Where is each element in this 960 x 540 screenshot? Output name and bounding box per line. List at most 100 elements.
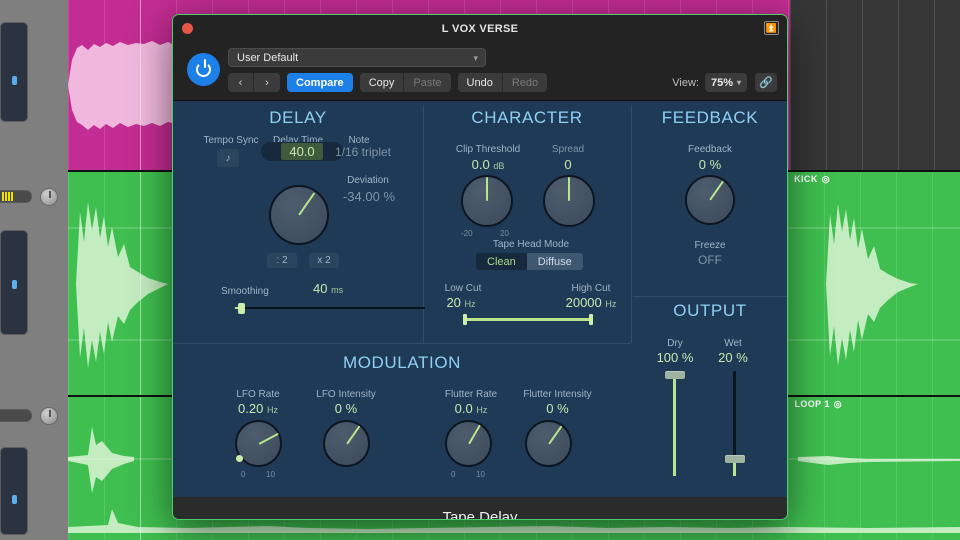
power-icon (196, 62, 211, 77)
preset-dropdown[interactable]: User Default ▾ (228, 48, 486, 67)
dry-fader[interactable] (663, 371, 687, 476)
range-fill (463, 318, 593, 321)
knob-pointer (709, 181, 724, 201)
freeze-value[interactable]: OFF (660, 253, 760, 267)
low-cut-value[interactable]: 20 Hz (426, 295, 496, 310)
view-controls: View: 75% ▾ 🔗 (672, 73, 777, 92)
tape-head-diffuse-button[interactable]: Diffuse (527, 253, 583, 270)
plugin-title: L VOX VERSE (442, 23, 518, 35)
spread-value[interactable]: 0 (518, 157, 618, 172)
copy-paste-group: Copy Paste (360, 73, 451, 92)
plugin-body: DELAY Tempo Sync ♪ Delay Time 40.0 Note … (173, 101, 787, 497)
clip-threshold-knob[interactable] (461, 175, 513, 227)
feedback-value[interactable]: 0 % (660, 157, 760, 172)
deviation-value[interactable]: -34.00 % (321, 189, 417, 204)
spread-label: Spread (518, 144, 618, 155)
divider (633, 296, 788, 297)
undo-button[interactable]: Undo (458, 73, 503, 92)
lfo-rate-value[interactable]: 0.20 Hz (213, 401, 303, 416)
stepper-icon: ▾ (737, 79, 741, 86)
tape-head-mode-selector: Clean Diffuse (476, 253, 583, 270)
plugin-footer: Tape Delay (173, 497, 787, 520)
tempo-sync-button[interactable]: ♪ (217, 149, 239, 167)
section-title-delay: DELAY (173, 108, 423, 128)
track-indicator (12, 495, 17, 504)
lfo-intensity-value[interactable]: 0 % (291, 401, 401, 416)
paste-button[interactable]: Paste (404, 73, 450, 92)
next-preset-button[interactable]: › (254, 73, 280, 92)
clip-scale-max: 20 (500, 229, 509, 238)
track-header[interactable] (0, 0, 68, 170)
timeline-gridlines (790, 0, 960, 170)
delay-time-knob[interactable] (269, 185, 329, 245)
high-cut-handle[interactable] (589, 314, 593, 325)
lfo-rate-scale-min: 0 (241, 470, 245, 479)
region-name-kick: KICK◎ (794, 174, 830, 185)
flutter-intensity-knob[interactable] (525, 420, 572, 467)
view-label: View: (672, 77, 699, 89)
slider-handle[interactable] (238, 303, 245, 314)
knob-cap (236, 455, 243, 462)
flutter-intensity-value[interactable]: 0 % (495, 401, 620, 416)
playhead (140, 397, 141, 540)
lfo-rate-scale-max: 10 (266, 470, 275, 479)
track-pan-knob[interactable] (40, 188, 58, 206)
high-cut-value[interactable]: 20000 Hz (546, 295, 636, 310)
flutter-rate-scale-min: 0 (451, 470, 455, 479)
empty-track-area (790, 0, 960, 170)
wet-label: Wet (703, 338, 763, 349)
smoothing-slider[interactable] (235, 303, 425, 314)
smoothing-value[interactable]: 40 ms (313, 281, 383, 296)
power-button[interactable] (187, 53, 220, 86)
track-header-body (0, 22, 28, 122)
double-delay-button[interactable]: x 2 (309, 253, 339, 268)
close-button[interactable] (182, 23, 193, 34)
lfo-rate-knob[interactable] (235, 420, 282, 467)
note-value[interactable]: 1/16 triplet (313, 145, 413, 159)
track-header-strip (0, 0, 68, 540)
lfo-intensity-label: LFO Intensity (291, 389, 401, 400)
track-indicator (12, 280, 17, 289)
copy-button[interactable]: Copy (360, 73, 405, 92)
prev-preset-button[interactable]: ‹ (228, 73, 254, 92)
fader-handle[interactable] (665, 371, 685, 379)
track-pan-knob[interactable] (40, 407, 58, 425)
redo-button[interactable]: Redo (503, 73, 547, 92)
compare-button[interactable]: Compare (287, 73, 353, 92)
lfo-rate-label: LFO Rate (213, 389, 303, 400)
tape-head-clean-button[interactable]: Clean (476, 253, 527, 270)
spread-knob[interactable] (543, 175, 595, 227)
lfo-intensity-knob[interactable] (323, 420, 370, 467)
deviation-label: Deviation (328, 175, 408, 186)
track-name-field[interactable] (0, 409, 32, 422)
low-cut-handle[interactable] (463, 314, 467, 325)
track-header-body (0, 447, 28, 535)
playhead (140, 0, 141, 170)
track-indicator (12, 76, 17, 85)
preset-name: User Default (237, 52, 298, 64)
wet-fader[interactable] (723, 371, 747, 476)
section-title-character: CHARACTER (423, 108, 631, 128)
expand-icon[interactable]: ⏫ (764, 21, 779, 35)
flutter-rate-scale-max: 10 (476, 470, 485, 479)
cut-range-slider[interactable] (463, 314, 593, 325)
section-title-modulation: MODULATION (173, 353, 631, 373)
track-header[interactable] (0, 395, 68, 540)
knob-pointer (346, 425, 360, 444)
note-icon: ♪ (226, 153, 231, 164)
clip-scale-min: -20 (461, 229, 473, 238)
plugin-toolbar: User Default ▾ ‹ › Compare Copy Paste Un… (173, 42, 787, 101)
wet-value[interactable]: 20 % (700, 350, 766, 365)
track-header[interactable] (0, 170, 68, 395)
zoom-stepper[interactable]: 75% ▾ (705, 73, 747, 92)
feedback-knob[interactable] (685, 175, 735, 225)
track-meter (2, 192, 14, 201)
knob-pointer (258, 432, 278, 444)
plugin-name-label: Tape Delay (442, 509, 517, 521)
link-icon[interactable]: 🔗 (755, 73, 777, 92)
fader-handle[interactable] (725, 455, 745, 463)
section-title-feedback: FEEDBACK (631, 108, 788, 128)
halve-delay-button[interactable]: : 2 (267, 253, 297, 268)
flutter-rate-knob[interactable] (445, 420, 492, 467)
loop-icon: ◎ (822, 174, 830, 184)
